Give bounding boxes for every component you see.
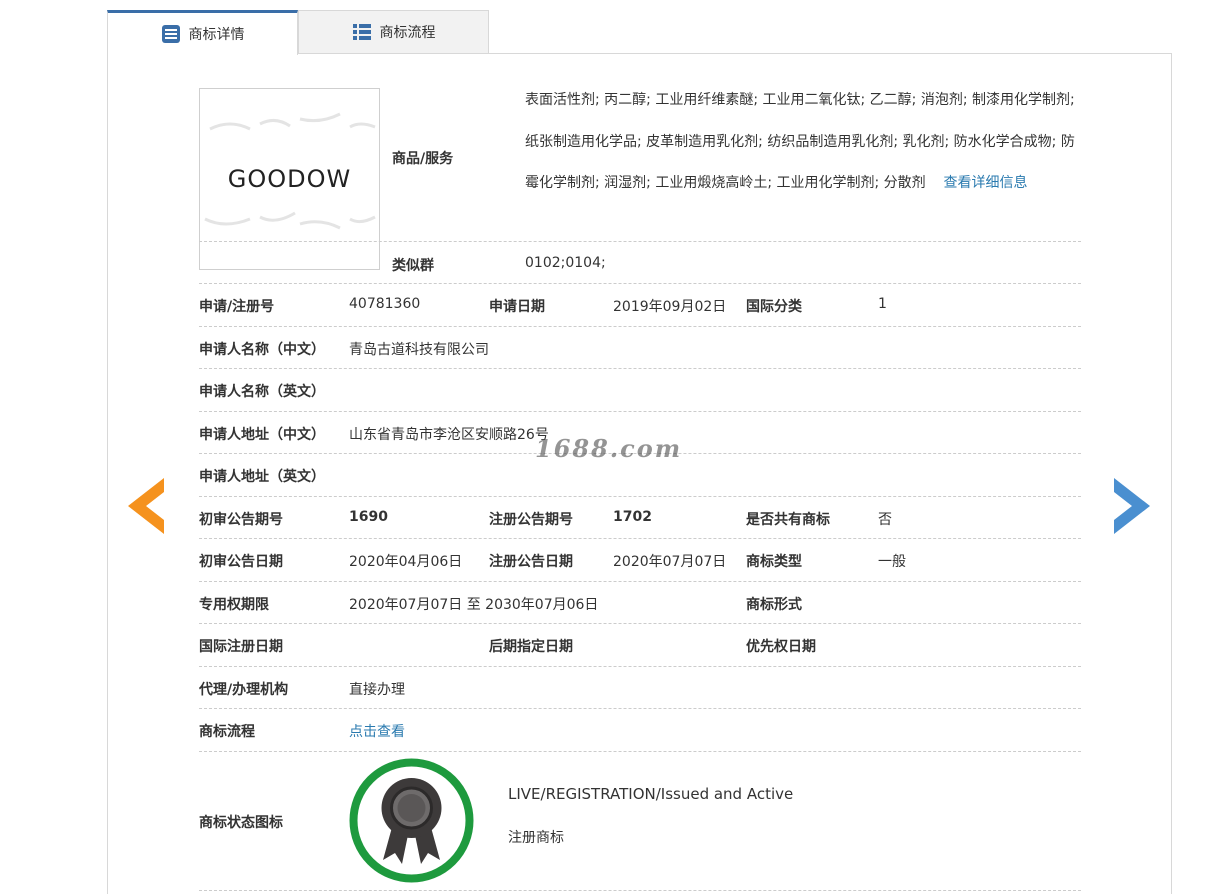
- later-date-label: 后期指定日期: [489, 639, 573, 655]
- view-details-link[interactable]: 查看详细信息: [943, 175, 1027, 191]
- detail-row: 申请人名称（中文） 青岛古道科技有限公司: [199, 325, 1081, 369]
- tab-label: 商标详情: [188, 27, 245, 43]
- prelim-date-value: 2020年04月06日: [349, 554, 463, 570]
- prelim-issue-value: 1690: [349, 508, 388, 525]
- exclusive-period-value: 2020年07月07日 至 2030年07月06日: [349, 596, 599, 613]
- priority-date-label: 优先权日期: [746, 639, 816, 655]
- shared-value: 否: [878, 511, 892, 528]
- shared-label: 是否共有商标: [746, 511, 830, 528]
- trademark-logo-text: GOODOW: [227, 165, 352, 193]
- intl-class-label: 国际分类: [746, 299, 802, 315]
- tab-label: 商标流程: [379, 25, 436, 41]
- tm-type-value: 一般: [878, 554, 906, 570]
- exclusive-period-label: 专用权期限: [199, 596, 269, 613]
- grid-list-icon: [352, 24, 371, 40]
- address-cn-label: 申请人地址（中文）: [199, 426, 325, 443]
- prelim-issue-label: 初审公告期号: [199, 511, 283, 528]
- prev-arrow-icon[interactable]: [128, 478, 164, 534]
- tab-trademark-details[interactable]: 商标详情: [107, 10, 298, 55]
- next-arrow-icon[interactable]: [1114, 478, 1150, 534]
- tab-trademark-process[interactable]: 商标流程: [298, 10, 489, 54]
- intl-reg-date-label: 国际注册日期: [199, 639, 283, 655]
- goods-services-value: 表面活性剂; 丙二醇; 工业用纤维素醚; 工业用二氧化钛; 乙二醇; 消泡剂; …: [525, 80, 1085, 205]
- trademark-details: GOODOW 商品/服务 表面活性剂; 丙二醇; 工业用纤维素醚; 工业用二氧化…: [199, 70, 1081, 891]
- applicant-cn-label: 申请人名称（中文）: [199, 341, 325, 358]
- trademark-image: GOODOW: [199, 88, 380, 270]
- prelim-date-label: 初审公告日期: [199, 554, 283, 570]
- intl-class-value: 1: [878, 296, 887, 312]
- reg-no-label: 申请/注册号: [199, 299, 275, 315]
- reg-date-value: 2020年07月07日: [613, 554, 727, 570]
- similar-group-label: 类似群: [392, 258, 434, 274]
- status-chinese: 注册商标: [508, 829, 564, 846]
- site-watermark: 1688.com: [535, 434, 683, 463]
- applicant-cn-value: 青岛古道科技有限公司: [349, 341, 489, 358]
- apply-date-value: 2019年09月02日: [613, 299, 727, 315]
- tm-type-label: 商标类型: [746, 554, 802, 570]
- detail-row: 初审公告日期 2020年04月06日 注册公告日期 2020年07月07日 商标…: [199, 538, 1081, 581]
- goods-services-label: 商品/服务: [392, 151, 454, 167]
- tm-form-label: 商标形式: [746, 596, 802, 613]
- address-cn-value: 山东省青岛市李沧区安顺路26号: [349, 426, 549, 443]
- agent-value: 直接办理: [349, 681, 405, 698]
- reg-no-value: 40781360: [349, 296, 421, 312]
- address-en-label: 申请人地址（英文）: [199, 469, 325, 485]
- list-doc-icon: [161, 25, 180, 43]
- detail-row: 申请人名称（英文）: [199, 368, 1081, 411]
- reg-date-label: 注册公告日期: [489, 554, 573, 570]
- tab-bar: 商标详情 商标流程: [107, 10, 489, 55]
- status-row: 商标状态图标 LIVE/REGISTRATION/Issued and Acti…: [199, 750, 1081, 891]
- reg-issue-label: 注册公告期号: [489, 511, 573, 528]
- applicant-en-label: 申请人名称（英文）: [199, 384, 325, 400]
- process-label: 商标流程: [199, 724, 255, 740]
- detail-row: 专用权期限 2020年07月07日 至 2030年07月06日 商标形式: [199, 580, 1081, 624]
- agent-label: 代理/办理机构: [199, 681, 289, 698]
- reg-issue-value: 1702: [613, 508, 652, 525]
- detail-row: 申请/注册号 40781360 申请日期 2019年09月02日 国际分类 1: [199, 283, 1081, 326]
- detail-row: 初审公告期号 1690 注册公告期号 1702 是否共有商标 否: [199, 495, 1081, 539]
- detail-row: 代理/办理机构 直接办理: [199, 665, 1081, 709]
- status-icon-label: 商标状态图标: [199, 814, 283, 831]
- detail-row: 商标流程 点击查看: [199, 708, 1081, 751]
- similar-group-value: 0102;0104;: [525, 255, 606, 271]
- trademark-summary: GOODOW 商品/服务 表面活性剂; 丙二醇; 工业用纤维素醚; 工业用二氧化…: [199, 70, 1081, 283]
- apply-date-label: 申请日期: [489, 299, 545, 315]
- process-view-link[interactable]: 点击查看: [349, 721, 405, 741]
- status-english: LIVE/REGISTRATION/Issued and Active: [508, 784, 794, 803]
- detail-row: 国际注册日期 后期指定日期 优先权日期: [199, 623, 1081, 666]
- registered-award-icon: [349, 758, 474, 882]
